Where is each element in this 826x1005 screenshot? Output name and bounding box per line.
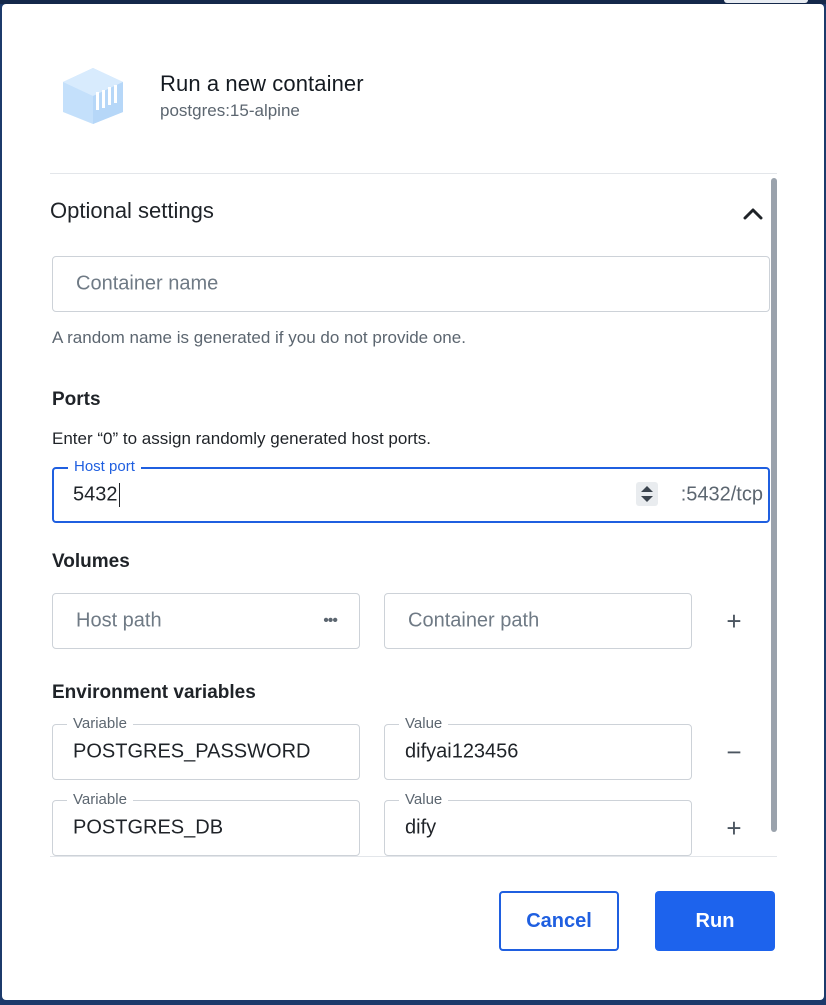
image-name: postgres:15-alpine [160, 101, 300, 120]
scrollbar-thumb[interactable] [771, 178, 777, 832]
container-name-placeholder: Container name [76, 272, 219, 295]
chevron-up-icon[interactable] [740, 200, 766, 226]
text-caret [118, 483, 120, 507]
optional-settings-title: Optional settings [50, 198, 214, 223]
host-port-label: Host port [68, 458, 141, 475]
env-value-value: difyai123456 [405, 740, 519, 763]
host-port-input[interactable]: Host port 5432 :5432/tcp [52, 458, 770, 523]
add-volume-button[interactable]: + [719, 606, 749, 636]
volumes-title: Volumes [52, 551, 130, 572]
env-variable-input-2[interactable]: Variable POSTGRES_DB [52, 791, 360, 856]
remove-env-button[interactable]: − [719, 737, 749, 767]
backdrop-tab [724, 0, 808, 3]
host-path-placeholder: Host path [76, 609, 162, 632]
env-value-value: dify [405, 816, 437, 839]
env-value-input-2[interactable]: Value dify [384, 791, 692, 856]
container-path-input[interactable]: Container path [384, 593, 692, 649]
dialog-title: Run a new container [160, 71, 364, 96]
container-icon [60, 66, 126, 126]
env-variable-value: POSTGRES_DB [73, 816, 224, 839]
port-stepper-icon[interactable] [636, 482, 658, 506]
env-variable-label: Variable [67, 791, 133, 808]
browse-ellipsis-icon[interactable]: ••• [323, 612, 338, 630]
container-path-placeholder: Container path [408, 609, 540, 632]
run-container-dialog: Run a new container postgres:15-alpine O… [2, 4, 824, 1000]
host-port-value: 5432 [73, 483, 120, 507]
env-value-label: Value [399, 791, 449, 808]
env-variable-input-1[interactable]: Variable POSTGRES_PASSWORD [52, 715, 360, 780]
ports-description: Enter “0” to assign randomly generated h… [52, 429, 431, 448]
run-button[interactable]: Run [655, 891, 775, 951]
env-variable-label: Variable [67, 715, 133, 732]
env-variable-value: POSTGRES_PASSWORD [73, 740, 311, 763]
dialog-header: Run a new container postgres:15-alpine [60, 66, 760, 130]
optional-settings-header[interactable]: Optional settings [50, 198, 766, 228]
env-value-label: Value [399, 715, 449, 732]
container-port: :5432/tcp [680, 483, 763, 506]
env-value-input-1[interactable]: Value difyai123456 [384, 715, 692, 780]
ports-title: Ports [52, 389, 101, 410]
settings-scroll-area[interactable]: Optional settings Container name A rando… [50, 173, 777, 857]
container-name-input[interactable]: Container name [52, 256, 770, 312]
add-env-button[interactable]: + [719, 813, 749, 843]
env-title: Environment variables [52, 682, 256, 703]
container-name-helper: A random name is generated if you do not… [52, 328, 466, 347]
cancel-button[interactable]: Cancel [499, 891, 619, 951]
host-path-input[interactable]: Host path ••• [52, 593, 360, 649]
